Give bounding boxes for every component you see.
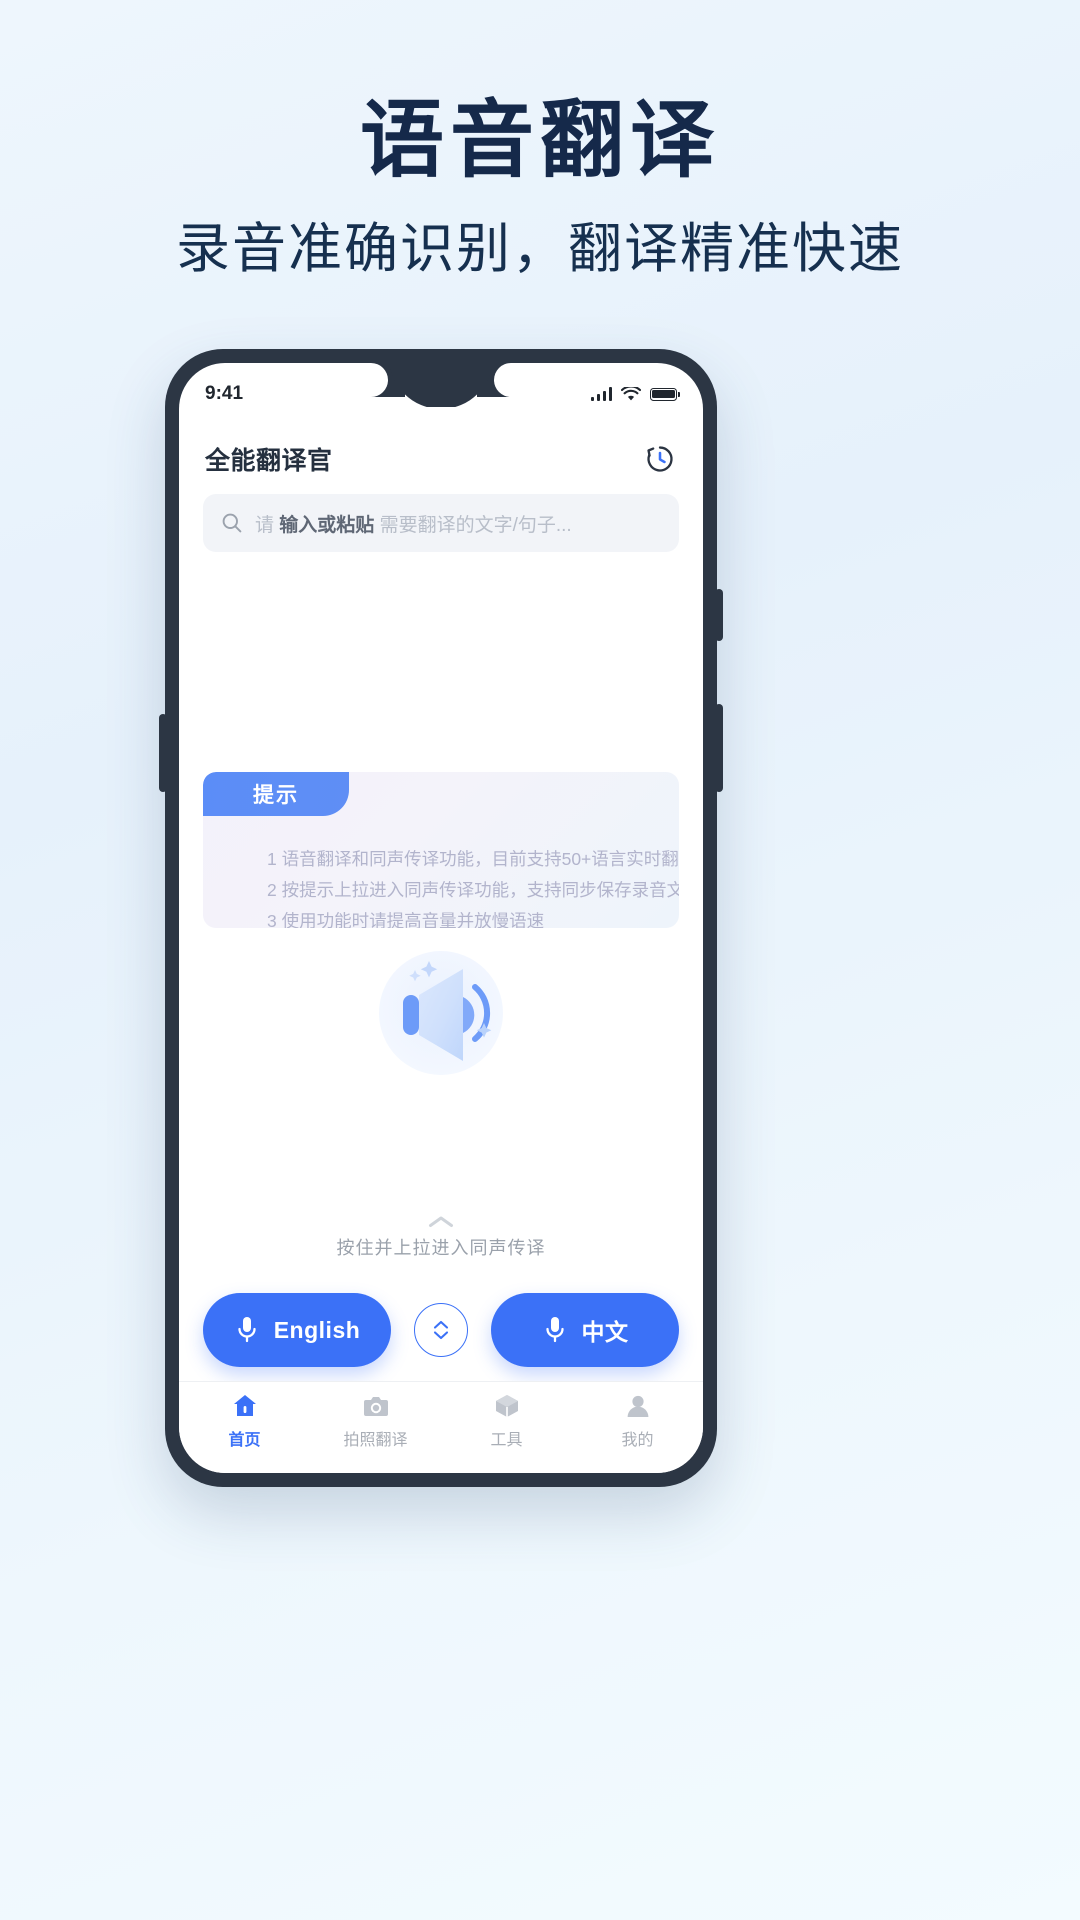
phone-power-button: [715, 589, 723, 641]
home-icon: [233, 1395, 256, 1416]
battery-icon: [650, 387, 680, 401]
nav-label-tools: 工具: [490, 1432, 523, 1449]
search-placeholder-prefix: 请: [255, 514, 280, 536]
microphone-icon: [545, 1317, 564, 1343]
tips-badge-label: 提示: [253, 784, 299, 807]
pull-hint[interactable]: 按住并上拉进入同声传译: [179, 1215, 703, 1260]
page-subtitle: 录音准确识别，翻译精准快速: [176, 219, 904, 279]
nav-item-home[interactable]: 首页: [179, 1392, 310, 1450]
search-placeholder-strong: 输入或粘贴: [279, 514, 375, 536]
record-chinese-button[interactable]: 中文: [491, 1293, 679, 1367]
app-header: 全能翻译官: [179, 431, 703, 487]
speaker-megaphone-icon: [379, 951, 503, 1075]
nav-label-photo-translate: 拍照翻译: [343, 1432, 408, 1449]
tips-list: 1 语音翻译和同声传译功能，目前支持50+语言实时翻译 2 按提示上拉进入同声传…: [227, 844, 679, 928]
page-title: 语音翻译: [359, 93, 720, 187]
microphone-icon: [238, 1317, 256, 1343]
phone-screen: 9:41 全能翻译官 请 输入或粘贴 需要翻译的文字/句子... 提示 1 语音…: [179, 363, 703, 1473]
phone-volume-button: [159, 714, 167, 792]
signal-bars-icon: [590, 387, 612, 401]
swap-language-button[interactable]: [414, 1303, 468, 1357]
bottom-nav: 首页 拍照翻译 工具 我的: [179, 1381, 703, 1473]
promo-header: 语音翻译 录音准确识别，翻译精准快速: [0, 0, 1080, 276]
chevron-up-icon: [429, 1216, 453, 1227]
status-time: 9:41: [205, 383, 244, 404]
search-input[interactable]: 请 输入或粘贴 需要翻译的文字/句子...: [203, 494, 679, 552]
pull-hint-label: 按住并上拉进入同声传译: [336, 1238, 546, 1258]
language-actions: English 中文: [203, 1293, 679, 1367]
tips-badge: 提示: [203, 772, 349, 816]
list-item: 2 按提示上拉进入同声传译功能，支持同步保存录音文件: [267, 880, 679, 900]
history-clock-icon[interactable]: [643, 442, 677, 476]
camera-icon: [363, 1397, 388, 1416]
search-icon: [222, 513, 242, 533]
status-bar: 9:41: [179, 377, 703, 411]
person-icon: [627, 1395, 648, 1417]
list-item: 3 使用功能时请提高音量并放慢语速: [267, 911, 545, 928]
nav-item-mine[interactable]: 我的: [572, 1392, 703, 1450]
swap-vertical-icon: [433, 1320, 449, 1340]
status-icons: [590, 386, 680, 402]
nav-item-tools[interactable]: 工具: [441, 1392, 572, 1450]
phone-mockup: 9:41 全能翻译官 请 输入或粘贴 需要翻译的文字/句子... 提示 1 语音…: [159, 349, 723, 1487]
phone-side-button: [715, 704, 723, 792]
search-placeholder: 请 输入或粘贴 需要翻译的文字/句子...: [255, 510, 572, 537]
search-placeholder-suffix: 需要翻译的文字/句子...: [374, 514, 572, 536]
nav-label-mine: 我的: [621, 1432, 654, 1449]
record-english-label: English: [273, 1316, 361, 1343]
record-english-button[interactable]: English: [203, 1293, 391, 1367]
tips-card: 提示 1 语音翻译和同声传译功能，目前支持50+语言实时翻译 2 按提示上拉进入…: [203, 772, 679, 928]
wifi-icon: [621, 386, 641, 400]
list-item: 1 语音翻译和同声传译功能，目前支持50+语言实时翻译: [267, 849, 679, 869]
toolbox-icon: [495, 1395, 518, 1417]
app-title: 全能翻译官: [205, 447, 333, 475]
record-chinese-label: 中文: [581, 1319, 629, 1345]
nav-label-home: 首页: [228, 1432, 261, 1449]
nav-item-photo-translate[interactable]: 拍照翻译: [310, 1392, 441, 1450]
